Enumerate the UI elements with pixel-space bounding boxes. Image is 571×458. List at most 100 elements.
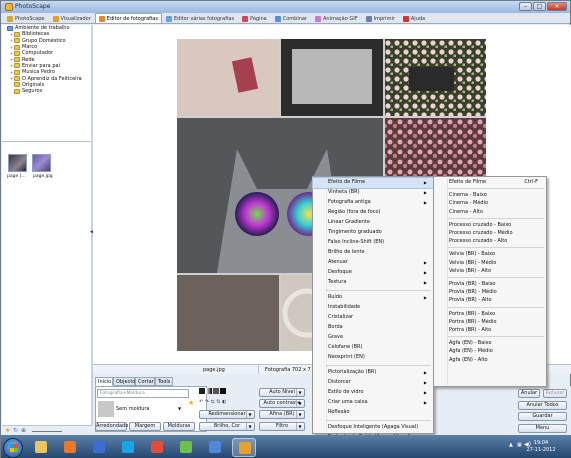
undo-all-button[interactable]: Anular Todos xyxy=(518,401,567,410)
tray-arrow-icon[interactable]: ▲ xyxy=(509,442,513,448)
menu-item[interactable]: Estilo de vidro ▶ xyxy=(313,388,433,398)
tab-0[interactable]: PhotoScape xyxy=(3,13,49,23)
frames-button[interactable]: Molduras xyxy=(163,422,195,431)
redo-button[interactable]: Refazer xyxy=(543,389,567,398)
tool-icon[interactable] xyxy=(206,388,212,394)
tab-7[interactable]: Imprimir xyxy=(362,13,399,23)
menu-item[interactable]: Agfa (EN) - Alto xyxy=(434,356,546,366)
minimize-button[interactable]: – xyxy=(519,2,532,11)
frame-mode-dropdown[interactable]: Fotografia+Moldura xyxy=(97,389,189,398)
auto-contrast-button[interactable]: Auto contraste ▼ xyxy=(259,399,305,408)
menu-item[interactable]: Efeito de Filme Ctrl-F xyxy=(434,178,546,188)
menu-item[interactable]: Fotografia antiga ▶ xyxy=(313,198,433,208)
taskbar-app[interactable] xyxy=(58,438,82,457)
movie-maker-icon xyxy=(93,441,105,453)
star-icon[interactable]: ★ xyxy=(5,427,10,434)
taskbar-app[interactable] xyxy=(174,438,198,457)
menu-item[interactable]: Criar uma caixa ▶ xyxy=(313,398,433,408)
auto-level-button[interactable]: Auto Nível ▼ xyxy=(259,388,305,397)
taskbar-app[interactable] xyxy=(232,438,256,457)
tree-item[interactable]: + O Aprendiz da Feiticeira xyxy=(2,75,91,82)
menu-item[interactable]: Atenuar ▶ xyxy=(313,258,433,268)
menu-item[interactable]: Pictorialização (BR) ▶ xyxy=(313,368,433,378)
menu-item[interactable]: Linear Gradiente xyxy=(313,218,433,228)
tab-4[interactable]: Página xyxy=(238,13,271,23)
menu-item[interactable]: Velvia (BR) - Alto xyxy=(434,267,546,277)
brightness-color-button[interactable]: Brilho, Cor ▼ xyxy=(199,422,255,431)
tree-item[interactable]: Seguros xyxy=(2,88,91,94)
folder-icon xyxy=(14,57,20,63)
menu-item-label: Efeito de Filme xyxy=(328,179,366,185)
chevron-down-icon[interactable]: ▼ xyxy=(178,406,181,411)
menu-item[interactable]: Brilho de lente xyxy=(313,248,433,258)
menu-item[interactable]: Distorcer ▶ xyxy=(313,378,433,388)
menu-item[interactable]: Falso Incline-Shift (EN) xyxy=(313,238,433,248)
rotate-tools[interactable]: ↶ ↷ ⇆ ⇅ ◐ xyxy=(199,399,226,405)
taskbar-clock[interactable]: 19:04 27-11-2012 xyxy=(521,440,561,454)
thumbnail-1[interactable] xyxy=(8,154,27,172)
tab-icon xyxy=(165,15,172,22)
menu-item[interactable]: Grave xyxy=(313,333,433,343)
menu-item[interactable]: Efeito de Filme ▶ xyxy=(312,177,434,189)
start-button[interactable] xyxy=(3,438,23,458)
menu-item[interactable]: Provia (BR) - Alto xyxy=(434,296,546,306)
panel-tab-object[interactable]: Objecto xyxy=(113,377,135,386)
margin-button[interactable]: Margem xyxy=(129,422,161,431)
tool-icon[interactable] xyxy=(213,388,219,394)
thumbnail-pane: page [... page.jpg xyxy=(2,141,91,221)
menu-item-label: Tingimento graduado xyxy=(328,229,382,235)
menu-item[interactable]: Cristalizar xyxy=(313,313,433,323)
tool-icon[interactable] xyxy=(199,388,205,394)
menu-item[interactable]: Instabilidade xyxy=(313,303,433,313)
taskbar-app[interactable] xyxy=(29,438,53,457)
menu-item[interactable]: Desfoque ▶ xyxy=(313,268,433,278)
taskbar-app[interactable] xyxy=(87,438,111,457)
menu-item[interactable]: Vinheta (BR) ▶ xyxy=(313,188,433,198)
menu-item[interactable]: Celofane (BR) xyxy=(313,343,433,353)
menu-item[interactable]: Cinema - Alto xyxy=(434,208,546,218)
tab-6[interactable]: Animação GIF xyxy=(311,13,362,23)
menu-item[interactable]: Região (fora de foco) xyxy=(313,208,433,218)
menu-item[interactable]: Ruído ▶ xyxy=(313,293,433,303)
star-icon[interactable]: ★ xyxy=(188,399,194,407)
refresh-icon[interactable]: ↻ xyxy=(13,427,18,434)
save-button[interactable]: Guardar xyxy=(518,412,567,421)
panel-tab-home[interactable]: Início xyxy=(95,377,113,386)
menu-item[interactable]: Reflexão xyxy=(313,408,433,418)
menu-item[interactable]: Portra (BR) - Alto xyxy=(434,326,546,336)
panel-tab-tools[interactable]: Tools xyxy=(155,377,173,386)
tab-5[interactable]: Combinar xyxy=(271,13,311,23)
zoom-slider[interactable] xyxy=(32,431,62,432)
undo-button[interactable]: Anular xyxy=(518,389,540,398)
maximize-button[interactable]: □ xyxy=(533,2,546,11)
menu-item[interactable]: Tingimento graduado xyxy=(313,228,433,238)
tab-1[interactable]: Visualizador xyxy=(49,13,95,23)
submenu-arrow-icon: ▶ xyxy=(423,260,427,265)
resize-button[interactable]: Redimensionar ▼ xyxy=(199,410,255,419)
thumbnail-2[interactable] xyxy=(32,154,51,172)
folder-tree[interactable]: - Ambiente de trabalho + Bibliotecas + Grupo … xyxy=(2,25,91,141)
menu-item[interactable]: Neoxprint (EN) xyxy=(313,353,433,363)
rounded-button[interactable]: Arredondado xyxy=(95,422,128,431)
taskbar-app[interactable] xyxy=(145,438,169,457)
thumbnail-caption: page.jpg xyxy=(33,174,53,179)
menu-item[interactable]: Borda xyxy=(313,323,433,333)
taskbar-app[interactable] xyxy=(116,438,140,457)
submenu-arrow-icon: ▶ xyxy=(423,295,427,300)
tab-icon xyxy=(365,15,372,22)
tool-icon[interactable] xyxy=(220,388,226,394)
taskbar-app[interactable] xyxy=(203,438,227,457)
sharpen-button[interactable]: Afina (BR) ▼ xyxy=(259,410,305,419)
close-button[interactable]: × xyxy=(547,2,567,11)
menu-item[interactable]: Textura ▶ xyxy=(313,278,433,288)
tab-3[interactable]: Editor várias fotografias xyxy=(162,13,238,23)
menu-item[interactable]: Processo cruzado - Alto xyxy=(434,237,546,247)
zoom-icon[interactable]: ⊕ xyxy=(21,427,26,434)
tab-2[interactable]: Editor de fotografias xyxy=(94,13,162,23)
panel-tab-crop[interactable]: Cortar xyxy=(135,377,155,386)
menu-item[interactable]: Desfoque Inteligente (Apaga Visual) xyxy=(313,423,433,433)
tab-icon xyxy=(402,15,409,22)
filter-button[interactable]: Filtro ▼ xyxy=(259,422,305,431)
menu-button[interactable]: Menu xyxy=(518,424,567,433)
tab-8[interactable]: Ajuda xyxy=(399,13,429,23)
